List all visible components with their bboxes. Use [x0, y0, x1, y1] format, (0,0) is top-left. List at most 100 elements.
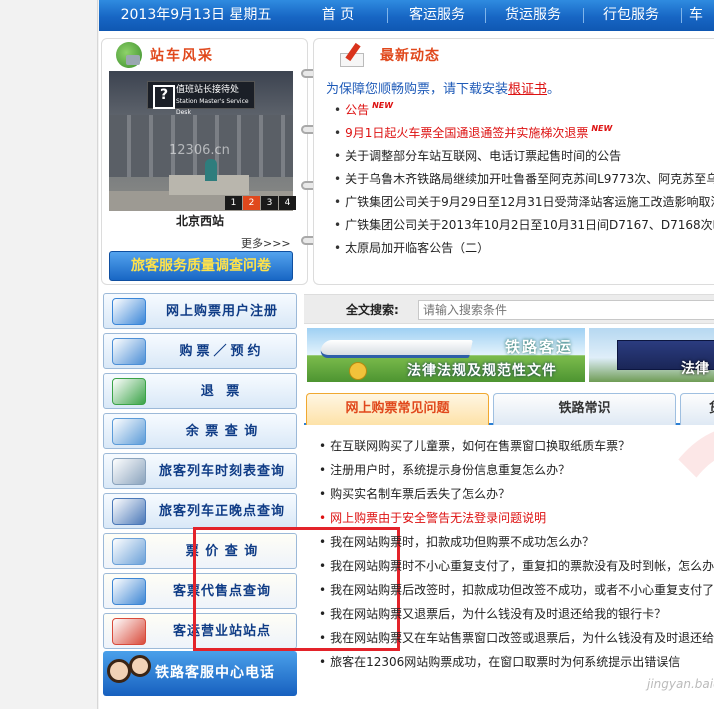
photo-caption: 北京西站	[175, 214, 224, 228]
service-button-6[interactable]: 旅客列车正晚点查询	[103, 493, 297, 529]
survey-button[interactable]: 旅客服务质量调查问卷	[109, 251, 293, 281]
news-item[interactable]: 9月1日起火车票全国通退通签并实施梯次退票NEW	[334, 122, 714, 145]
nav-passenger-service[interactable]: 客运服务	[397, 0, 477, 31]
train-globe-icon	[116, 42, 142, 68]
top-nav-bar: 2013年9月13日 星期五 首 页 客运服务 货运服务 行包服务 车	[99, 0, 714, 31]
fulltext-search-bar: 全文搜索:	[304, 294, 714, 324]
clock-icon	[112, 498, 146, 525]
service-button-label: 余 票 查 询	[185, 424, 259, 439]
new-badge-icon: NEW	[591, 124, 613, 133]
slide-number[interactable]: 1	[225, 196, 242, 210]
service-button-label: 退 票	[200, 384, 244, 399]
price-ticket-icon	[112, 538, 146, 565]
footer-watermark: jingyan.baidu.com	[647, 677, 714, 691]
news-item[interactable]: 太原局加开临客公告（二）	[334, 237, 714, 260]
nav-divider	[387, 8, 388, 23]
news-item[interactable]: 关于调整部分车站互联网、电话订票起售时间的公告	[334, 145, 714, 168]
new-badge-icon: NEW	[372, 101, 394, 110]
news-panel-title: 最新动态	[380, 48, 440, 64]
faq-item[interactable]: 旅客在12306网站购票成功，在窗口取票时为何系统提示出错误信	[319, 650, 714, 674]
service-button-label: 旅客列车时刻表查询	[158, 464, 285, 479]
main-content: 2013年9月13日 星期五 首 页 客运服务 货运服务 行包服务 车 站车风采…	[99, 0, 714, 709]
station-photo-panel: 站车风采 值班站长接待处 Station Master's Service De…	[101, 38, 308, 285]
news-list: 公告NEW9月1日起火车票全国通退通签并实施梯次退票NEW关于调整部分车站互联网…	[334, 99, 714, 260]
slide-number[interactable]: 3	[261, 196, 278, 210]
tab-freight[interactable]: 货	[680, 393, 714, 425]
cert-notice-text: 为保障您顺畅购票，请下载安装	[326, 82, 509, 97]
faq-item[interactable]: 我在网站购票后改签时，扣款成功但改签不成功，或者不小心重复支付了	[319, 578, 714, 602]
banner-subtitle: 法律法规及规范性文件	[407, 363, 557, 379]
faq-item[interactable]: 购买实名制车票后丢失了怎么办？	[319, 482, 714, 506]
nav-home[interactable]: 首 页	[303, 0, 373, 31]
root-cert-link[interactable]: 根证书	[508, 82, 547, 97]
nav-luggage-service[interactable]: 行包服务	[591, 0, 671, 31]
photo-panel-header: 站车风采	[116, 42, 214, 68]
banner-right-text: 法律	[681, 361, 709, 377]
faq-item[interactable]: 我在网站购票时，扣款成功但购票不成功怎么办？	[319, 530, 714, 554]
nav-divider	[681, 8, 682, 23]
faq-item[interactable]: 我在网站购票又退票后，为什么钱没有及时退还给我的银行卡？	[319, 602, 714, 626]
service-button-5[interactable]: 旅客列车时刻表查询	[103, 453, 297, 489]
current-date: 2013年9月13日 星期五	[120, 7, 272, 23]
latest-news-panel: 最新动态 为保障您顺畅购票，请下载安装根证书。 公告NEW9月1日起火车票全国通…	[313, 38, 714, 285]
nav-freight-service[interactable]: 货运服务	[493, 0, 573, 31]
station-photo[interactable]: 值班站长接待处 Station Master's Service Desk 12…	[109, 71, 293, 211]
service-button-4[interactable]: 余 票 查 询	[103, 413, 297, 449]
tab-railway-knowledge[interactable]: 铁路常识	[493, 393, 676, 425]
cert-notice: 为保障您顺畅购票，请下载安装根证书。	[326, 78, 560, 97]
search-label: 全文搜索:	[346, 303, 399, 317]
faq-item[interactable]: 我在网站购票时不小心重复支付了，重复扣的票款没有及时到帐，怎么办	[319, 554, 714, 578]
service-button-label: 旅客列车正晚点查询	[158, 504, 285, 519]
faq-list: 在互联网购买了儿童票，如何在售票窗口换取纸质车票？注册用户时，系统提示身份信息重…	[319, 434, 714, 674]
faq-item[interactable]: 网上购票由于安全警告无法登录问题说明	[319, 506, 714, 530]
photo-panel-title: 站车风采	[150, 48, 214, 64]
hotline-label: 铁路客服中心电话	[155, 665, 275, 681]
slide-pager: 1234	[225, 196, 296, 210]
faq-item[interactable]: 在互联网购买了儿童票，如何在售票窗口换取纸质车票？	[319, 434, 714, 458]
hotline-banner[interactable]: 铁路客服中心电话	[103, 651, 297, 696]
photo-watermark: 12306.cn	[169, 143, 230, 158]
slide-number[interactable]: 2	[243, 196, 260, 210]
slide-number[interactable]: 4	[279, 196, 296, 210]
service-button-1[interactable]: 网上购票用户注册	[103, 293, 297, 329]
service-button-label: 网上购票用户注册	[165, 304, 278, 319]
user-computer-icon	[112, 298, 146, 325]
sign-line-cn: 值班站长接待处	[176, 85, 240, 95]
photo-person	[205, 159, 217, 181]
service-desk-sign: 值班站长接待处 Station Master's Service Desk	[147, 81, 255, 116]
customer-service-agents-icon	[107, 653, 155, 696]
service-button-2[interactable]: 购票／预约	[103, 333, 297, 369]
faq-item[interactable]: 我在网站购票又在车站售票窗口改签或退票后，为什么钱没有及时退还给	[319, 626, 714, 650]
ticket-list-icon	[112, 418, 146, 445]
search-input[interactable]	[418, 300, 714, 320]
nav-divider	[583, 8, 584, 23]
banner-title: 铁路客运	[505, 338, 574, 356]
return-arrow-icon	[112, 378, 146, 405]
freight-law-banner[interactable]: 法律	[589, 328, 714, 382]
agent-face	[107, 659, 131, 683]
tab-online-ticket-faq[interactable]: 网上购票常见问题	[306, 393, 489, 425]
news-item-text: 广铁集团公司关于2013年10月2日至10月31日间D7167、D7168次临	[345, 218, 714, 232]
news-item[interactable]: 广铁集团公司关于9月29日至12月31日受菏泽站客运施工改造影响取消	[334, 191, 714, 214]
news-item-text: 关于调整部分车站互联网、电话订票起售时间的公告	[345, 149, 622, 163]
service-button-label: 购票／预约	[179, 344, 265, 359]
news-item[interactable]: 广铁集团公司关于2013年10月2日至10月31日间D7167、D7168次临	[334, 214, 714, 237]
outer-gutter	[0, 0, 98, 709]
faq-tabs: 网上购票常见问题 铁路常识 货	[304, 391, 714, 425]
service-button-3[interactable]: 退 票	[103, 373, 297, 409]
nav-more[interactable]: 车	[689, 0, 714, 31]
news-item[interactable]: 公告NEW	[334, 99, 714, 122]
emblem-icon	[349, 362, 367, 380]
ticket-screen-icon	[112, 338, 146, 365]
nav-divider	[485, 8, 486, 23]
shop-icon	[112, 578, 146, 605]
passenger-law-banner[interactable]: 铁路客运 法律法规及规范性文件	[307, 328, 585, 382]
news-item-text: 9月1日起火车票全国通退通签并实施梯次退票	[345, 126, 589, 140]
news-item-text: 公告	[345, 103, 370, 117]
news-item-text: 广铁集团公司关于9月29日至12月31日受菏泽站客运施工改造影响取消	[345, 195, 714, 209]
news-item[interactable]: 关于乌鲁木齐铁路局继续加开吐鲁番至阿克苏间L9773次、阿克苏至乌	[334, 168, 714, 191]
bullet-train-icon	[112, 458, 146, 485]
faq-item[interactable]: 注册用户时，系统提示身份信息重复怎么办？	[319, 458, 714, 482]
photo-more-link[interactable]: 更多>>>	[241, 235, 291, 251]
bullet-train-image	[319, 340, 473, 358]
